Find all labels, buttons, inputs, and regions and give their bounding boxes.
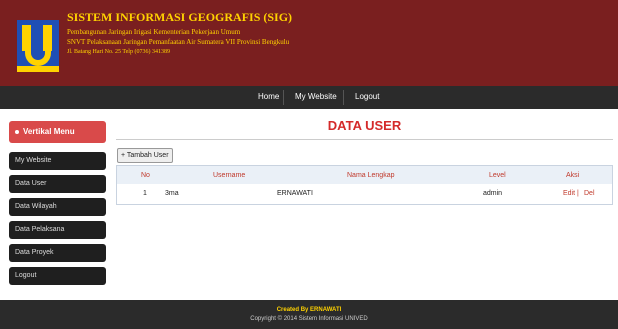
row-no: 1 (143, 190, 147, 197)
sidebar-item-data-proyek[interactable]: Data Proyek (9, 244, 106, 262)
footer-credit: Created By ERNAWATI (276, 307, 342, 313)
nav-home[interactable]: Home (258, 92, 279, 101)
edit-link[interactable]: Edit (563, 190, 575, 197)
site-footer: Created By ERNAWATI Copyright © 2014 Sis… (0, 300, 618, 329)
col-no: No (141, 172, 150, 179)
header-line-2: SNVT Pelaksanaan Jaringan Pemanfaatan Ai… (67, 38, 290, 46)
site-header: SISTEM INFORMASI GEOGRAFIS (SIG) Pembang… (0, 0, 618, 86)
nav-my-website[interactable]: My Website (295, 92, 337, 101)
col-level: Level (489, 172, 506, 179)
logo-icon (17, 20, 59, 72)
site-title: SISTEM INFORMASI GEOGRAFIS (SIG) (67, 10, 293, 24)
delete-link[interactable]: Del (584, 190, 595, 197)
sidebar-item-data-wilayah[interactable]: Data Wilayah (9, 198, 106, 216)
sidebar-heading-label: Vertikal Menu (23, 127, 75, 136)
user-table: No Username Nama Lengkap Level Aksi 1 3m… (116, 165, 613, 205)
sidebar-item-data-user[interactable]: Data User (9, 175, 106, 193)
row-nama: ERNAWATI (277, 190, 313, 197)
col-aksi: Aksi (566, 172, 580, 179)
bullet-icon (15, 130, 19, 134)
page-title: DATA USER (327, 118, 402, 133)
row-level: admin (483, 190, 503, 197)
footer-copyright: Copyright © 2014 Sistem Informasi UNIVED (250, 316, 368, 322)
header-line-1: Pembangunan Jaringan Irigasi Kementerian… (67, 28, 241, 36)
header-address: Jl. Batang Hari No. 25 Telp (0736) 34138… (67, 49, 170, 55)
row-username: 3ma (165, 190, 179, 197)
col-nama-lengkap: Nama Lengkap (347, 172, 395, 179)
add-user-button[interactable]: + Tambah User (117, 148, 173, 163)
sidebar-item-logout[interactable]: Logout (9, 267, 106, 285)
top-nav: Home My Website Logout (0, 86, 618, 109)
nav-logout[interactable]: Logout (355, 92, 379, 101)
sidebar-item-data-pelaksana[interactable]: Data Pelaksana (9, 221, 106, 239)
divider (116, 139, 613, 140)
sidebar-item-my-website[interactable]: My Website (9, 152, 106, 170)
action-separator: | (577, 190, 579, 197)
col-username: Username (213, 172, 246, 179)
sidebar-heading: Vertikal Menu (9, 121, 106, 143)
